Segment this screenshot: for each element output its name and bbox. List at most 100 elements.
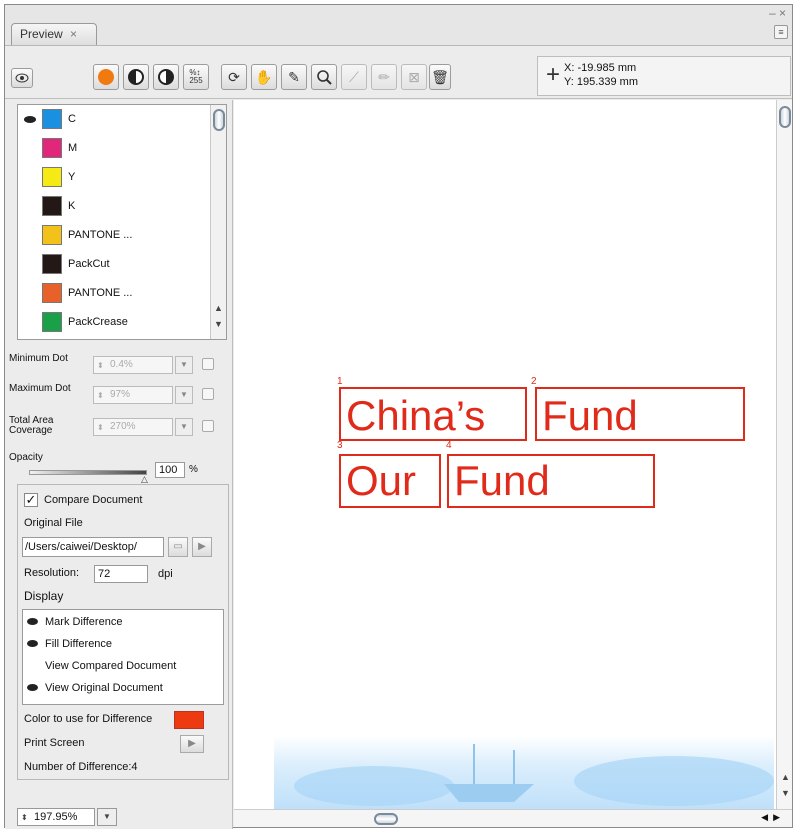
cursor-coordinates: + X: -19.985 mm Y: 195.339 mm	[537, 56, 791, 96]
eye-off-icon[interactable]	[27, 662, 41, 670]
half-circle-right-button[interactable]	[153, 64, 179, 90]
canvas-vertical-scroll-thumb[interactable]	[779, 106, 791, 128]
separation-mode-button[interactable]	[93, 64, 119, 90]
x-value: -19.985 mm	[577, 62, 637, 74]
left-panel: PackCrease PANTONE ... PackCut PANTONE ... K…	[5, 100, 233, 829]
display-item-mark-difference[interactable]: Mark Difference	[27, 614, 122, 630]
eye-icon	[15, 73, 29, 83]
canvas-vertical-scrollbar[interactable]: ▲ ▼	[776, 100, 792, 809]
preview-canvas[interactable]: 1 China’s 2 Fund 3 Our 4 Fund ▲ ▼	[234, 100, 792, 809]
eye-off-icon[interactable]	[22, 143, 38, 153]
pen-icon: ✏	[378, 68, 390, 85]
eye-off-icon[interactable]	[22, 288, 38, 298]
half-tone-button[interactable]	[123, 64, 149, 90]
open-file-button[interactable]: ▶	[192, 537, 212, 557]
zoom-tool-button[interactable]	[311, 64, 337, 90]
color-swatch	[42, 167, 62, 187]
maximum-dot-dropdown[interactable]: ▼	[175, 386, 193, 404]
preview-window: Preview × – × ≡ %↕ 255 ⟳ ✋ ✎ ⟋ ✏ ⊠ 🗑 + X…	[4, 4, 793, 829]
scroll-down-icon[interactable]: ▼	[214, 319, 223, 329]
eye-icon[interactable]	[27, 640, 41, 648]
total-area-coverage-checkbox[interactable]	[202, 420, 214, 432]
display-item-fill-difference[interactable]: Fill Difference	[27, 636, 112, 652]
separation-label: M	[68, 142, 78, 154]
tab-close-icon[interactable]: ×	[70, 27, 77, 41]
difference-color-swatch[interactable]	[174, 711, 204, 729]
zoom-dropdown[interactable]: ▼	[97, 808, 117, 826]
separation-row[interactable]: K	[18, 194, 208, 218]
separations-scroll-thumb[interactable]	[213, 109, 225, 131]
eye-off-icon[interactable]	[22, 317, 38, 327]
difference-number: 3	[337, 440, 343, 451]
word-chinas: China’s	[346, 392, 486, 439]
rotate-button[interactable]: ⟳	[221, 64, 247, 90]
separation-row[interactable]: PANTONE ...	[18, 281, 208, 305]
minimum-dot-row: Minimum Dot ⬍ 0.4% ▼	[7, 354, 229, 380]
separation-row[interactable]: Y	[18, 165, 208, 189]
color-swatch	[42, 138, 62, 158]
maximum-dot-row: Maximum Dot ⬍ 97% ▼	[7, 384, 229, 410]
maximum-dot-stepper[interactable]: ⬍ 97%	[93, 386, 173, 404]
eye-off-icon[interactable]	[22, 172, 38, 182]
compare-document-label: Compare Document	[44, 494, 143, 506]
hand-tool-button[interactable]: ✋	[251, 64, 277, 90]
resolution-input[interactable]: 72	[94, 565, 148, 583]
stepper-arrows-icon[interactable]: ⬍	[97, 420, 104, 436]
tab-preview[interactable]: Preview ×	[11, 23, 97, 45]
stepper-arrows-icon[interactable]: ⬍	[97, 388, 104, 404]
ship-icon	[444, 744, 534, 802]
separation-row[interactable]: PANTONE ...	[18, 223, 208, 247]
separation-row[interactable]: M	[18, 136, 208, 160]
opacity-slider[interactable]	[29, 470, 147, 475]
canvas-horizontal-scrollbar[interactable]: ◀ ▶	[234, 809, 792, 827]
color-swatch	[42, 283, 62, 303]
eye-icon[interactable]	[27, 618, 41, 626]
scroll-up-icon[interactable]: ▲	[781, 772, 790, 782]
measure-button[interactable]: ⟋	[341, 64, 367, 90]
display-item-view-original[interactable]: View Original Document	[27, 680, 163, 696]
opacity-input[interactable]: 100	[155, 462, 185, 478]
print-screen-button[interactable]: ▶	[180, 735, 204, 753]
minimum-dot-stepper[interactable]: ⬍ 0.4%	[93, 356, 173, 374]
eye-off-icon[interactable]	[22, 201, 38, 211]
original-file-path-input[interactable]: /Users/caiwei/Desktop/	[22, 537, 164, 557]
window-controls[interactable]: – ×	[769, 7, 786, 19]
eye-icon[interactable]	[22, 114, 38, 124]
maximum-dot-checkbox[interactable]	[202, 388, 214, 400]
scroll-up-icon[interactable]: ▲	[214, 303, 223, 313]
panel-menu-icon[interactable]: ≡	[774, 25, 788, 39]
eyedropper-button[interactable]: ✎	[281, 64, 307, 90]
separations-list[interactable]: PackCrease PANTONE ... PackCut PANTONE ... K…	[17, 104, 227, 340]
zoom-level-input[interactable]: ⬍ 197.95%	[17, 808, 95, 826]
minimum-dot-dropdown[interactable]: ▼	[175, 356, 193, 374]
total-area-coverage-stepper[interactable]: ⬍ 270%	[93, 418, 173, 436]
browse-folder-button[interactable]: ▭	[168, 537, 188, 557]
display-options-list[interactable]: Mark Difference Fill Difference View Com…	[22, 609, 224, 705]
eyedropper-icon: ✎	[288, 68, 300, 85]
delete-button[interactable]: 🗑	[429, 64, 451, 90]
separations-scrollbar[interactable]: ▲ ▼	[210, 105, 226, 339]
separation-label: PackCut	[68, 258, 110, 270]
scroll-left-icon[interactable]: ◀	[761, 812, 768, 823]
eye-off-icon[interactable]	[22, 259, 38, 269]
stepper-arrows-icon[interactable]: ⬍	[21, 810, 28, 826]
eye-icon[interactable]	[27, 684, 41, 692]
separation-row[interactable]: PackCut	[18, 252, 208, 276]
eye-toggle-button[interactable]	[11, 68, 33, 88]
stepper-arrows-icon[interactable]: ⬍	[97, 358, 104, 374]
separation-row[interactable]: C	[18, 107, 208, 131]
scroll-down-icon[interactable]: ▼	[781, 788, 790, 798]
display-item-view-compared[interactable]: View Compared Document	[27, 658, 176, 674]
percent-255-button[interactable]: %↕ 255	[183, 64, 209, 90]
scroll-right-icon[interactable]: ▶	[773, 812, 780, 823]
hand-icon: ✋	[255, 68, 273, 85]
color-swatch	[42, 312, 62, 332]
separation-row[interactable]: PackCrease	[18, 310, 208, 334]
minimum-dot-checkbox[interactable]	[202, 358, 214, 370]
compare-document-checkbox[interactable]: ✓	[24, 493, 38, 507]
pen-button[interactable]: ✏	[371, 64, 397, 90]
eye-off-icon[interactable]	[22, 230, 38, 240]
crop-button[interactable]: ⊠	[401, 64, 427, 90]
canvas-horizontal-scroll-thumb[interactable]	[374, 813, 398, 825]
total-area-coverage-dropdown[interactable]: ▼	[175, 418, 193, 436]
